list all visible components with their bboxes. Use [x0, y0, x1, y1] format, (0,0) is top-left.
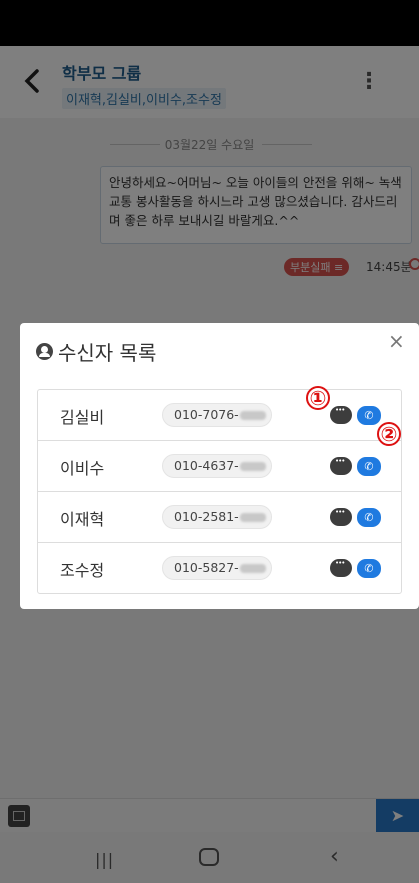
recipient-name: 조수정: [60, 561, 105, 580]
phone-blur: [239, 513, 266, 522]
recipient-list-modal: 수신자 목록 × 김실비 010-7076- ✆ 이비수 010-4637- ✆…: [20, 323, 419, 609]
phone-number: 010-5827-: [174, 560, 239, 575]
call-button[interactable]: ✆: [357, 508, 381, 527]
annotation-marker-1: ①: [306, 386, 330, 410]
recipient-phone: 010-5827-: [162, 556, 272, 580]
phone-number: 010-2581-: [174, 509, 239, 524]
close-button[interactable]: ×: [388, 329, 405, 353]
recipient-phone: 010-4637-: [162, 454, 272, 478]
recipient-name: 이재혁: [60, 510, 105, 529]
sms-button[interactable]: [330, 559, 352, 577]
call-button[interactable]: ✆: [357, 457, 381, 476]
recipient-row: 조수정 010-5827- ✆: [38, 543, 401, 594]
recipient-name: 이비수: [60, 459, 105, 478]
status-bar: [0, 0, 419, 46]
recipient-list: 김실비 010-7076- ✆ 이비수 010-4637- ✆ 이재혁 010-…: [37, 389, 402, 594]
sms-button[interactable]: [330, 406, 352, 424]
user-circle-icon: [36, 343, 53, 360]
call-button[interactable]: ✆: [357, 406, 381, 425]
modal-title: 수신자 목록: [58, 341, 157, 365]
recipient-phone: 010-7076-: [162, 403, 272, 427]
sms-button[interactable]: [330, 508, 352, 526]
phone-number: 010-7076-: [174, 407, 239, 422]
annotation-marker-2: ②: [377, 422, 401, 446]
recipient-row: 이재혁 010-2581- ✆: [38, 492, 401, 543]
phone-blur: [239, 411, 266, 420]
call-button[interactable]: ✆: [357, 559, 381, 578]
recipient-row: 이비수 010-4637- ✆: [38, 441, 401, 492]
sms-button[interactable]: [330, 457, 352, 475]
recipient-phone: 010-2581-: [162, 505, 272, 529]
phone-number: 010-4637-: [174, 458, 239, 473]
recipient-row: 김실비 010-7076- ✆: [38, 390, 401, 441]
recipient-name: 김실비: [60, 408, 105, 427]
phone-blur: [239, 564, 266, 573]
phone-blur: [239, 462, 266, 471]
